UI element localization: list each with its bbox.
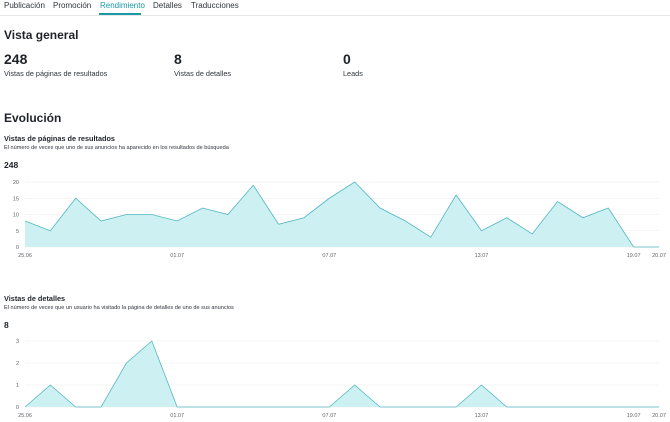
tab-bar: Publicación Promoción Rendimiento Detall… [0,0,670,16]
tab-detalles[interactable]: Detalles [153,1,182,10]
y-tick-label: 10 [13,213,19,219]
y-tick-label: 5 [16,229,19,235]
x-tick-label: 20.07 [652,253,666,259]
stat-detail-views-value: 8 [174,51,182,67]
y-tick-label: 0 [16,405,19,411]
chart-search-views-title: Vistas de páginas de resultados [4,134,115,143]
tab-promocion[interactable]: Promoción [53,1,91,10]
tab-publicacion[interactable]: Publicación [4,1,45,10]
chart-search-views-description: El número de veces que uno de sus anunci… [4,145,229,151]
x-tick-label: 13.07 [475,253,489,259]
x-tick-label: 20.07 [652,413,666,419]
stat-search-views-value: 248 [4,51,28,67]
evolution-heading: Evolución [4,111,62,125]
x-tick-label: 13.07 [475,413,489,419]
tab-traducciones[interactable]: Traducciones [191,1,239,10]
chart-detail-views-description: El número de veces que un usuario ha vis… [4,305,234,311]
tab-rendimiento[interactable]: Rendimiento [100,1,145,10]
stat-detail-views-label: Vistas de detalles [174,69,232,78]
stat-search-views-label: Vistas de páginas de resultados [4,69,108,78]
search-views-chart: 0 5 10 15 20 25.06 01.07 07.07 13.07 19.07 20.07 [13,180,666,259]
y-tick-label: 20 [13,180,19,186]
overview-heading: Vista general [4,28,79,42]
chart-detail-views-title: Vistas de detalles [4,294,66,303]
chart-search-views-total: 248 [4,160,19,170]
x-tick-label: 25.06 [18,413,32,419]
y-tick-label: 3 [16,339,19,345]
x-tick-label: 01.07 [170,413,184,419]
y-tick-label: 15 [13,196,19,202]
x-tick-label: 01.07 [170,253,184,259]
detail-views-chart: 0 1 2 3 25.06 01.07 07.07 13.07 19.07 20.07 [16,339,666,419]
x-tick-label: 19.07 [627,253,641,259]
x-tick-label: 19.07 [627,413,641,419]
y-tick-label: 2 [16,361,19,367]
active-tab-indicator [99,13,141,15]
x-tick-label: 07.07 [322,253,336,259]
y-tick-label: 1 [16,383,19,389]
x-tick-label: 25.06 [18,253,32,259]
x-tick-label: 07.07 [322,413,336,419]
stat-leads-label: Leads [343,69,363,78]
y-tick-label: 0 [16,245,19,251]
stat-leads-value: 0 [343,51,351,67]
chart-detail-views-total: 8 [4,320,9,330]
